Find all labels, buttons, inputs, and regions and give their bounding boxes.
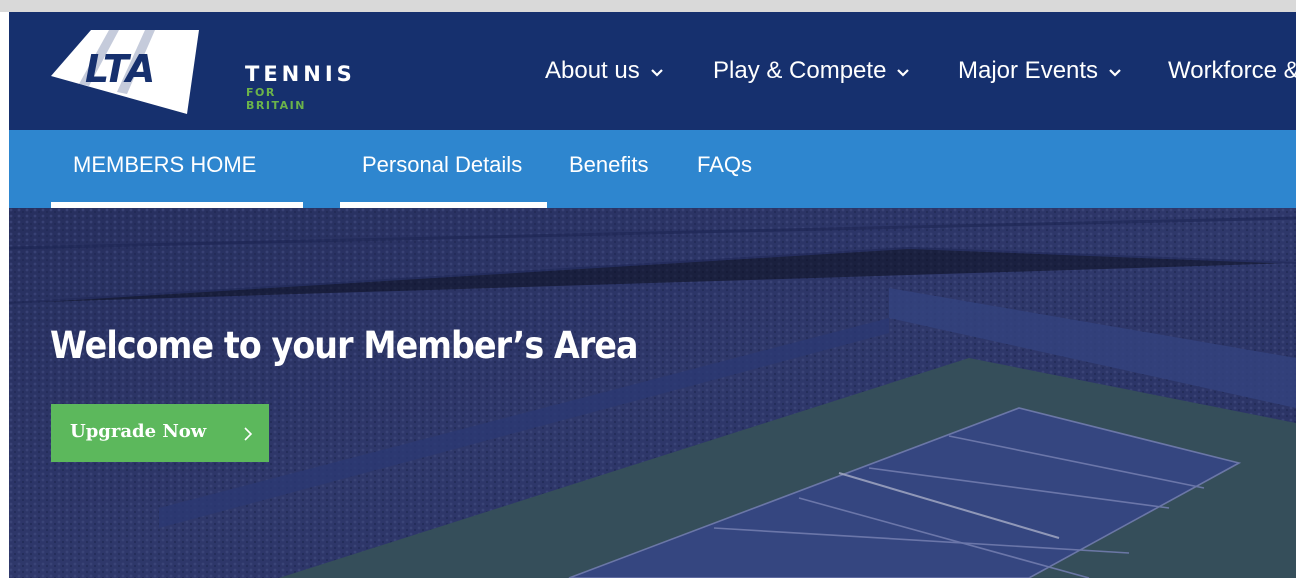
brand-line-2: FOR BRITAIN: [246, 86, 306, 112]
nav-item-workforce[interactable]: Workforce &: [1168, 56, 1296, 86]
tab-members-home[interactable]: MEMBERS HOME: [51, 130, 303, 208]
chevron-down-icon: [1109, 69, 1121, 77]
tab-label: Benefits: [569, 152, 649, 177]
site-frame: LTA TENNIS FOR BRITAIN About us Play & C…: [9, 12, 1296, 578]
tab-personal-details[interactable]: Personal Details: [340, 130, 547, 208]
nav-item-major-events[interactable]: Major Events: [958, 56, 1122, 86]
members-subnav: MEMBERS HOME Personal Details Benefits F…: [9, 130, 1296, 208]
tab-faqs[interactable]: FAQs: [697, 130, 777, 208]
hero-title: Welcome to your Member’s Area: [50, 324, 639, 367]
chevron-down-icon: [650, 69, 663, 77]
site-header: LTA TENNIS FOR BRITAIN About us Play & C…: [9, 12, 1296, 130]
chevron-right-icon: [244, 427, 253, 441]
tab-label: MEMBERS HOME: [73, 152, 257, 177]
nav-item-label: Major Events: [958, 57, 1099, 84]
tab-benefits[interactable]: Benefits: [569, 130, 669, 208]
upgrade-button-label: Upgrade Now: [70, 421, 207, 442]
main-nav: About us Play & Compete Major Events Wor…: [9, 56, 1296, 86]
upgrade-now-button[interactable]: Upgrade Now: [51, 404, 269, 462]
tab-label: Personal Details: [362, 152, 523, 177]
stadium-background-image: [9, 208, 1296, 578]
hero-banner: Welcome to your Member’s Area Upgrade No…: [9, 208, 1296, 578]
nav-item-about-us[interactable]: About us: [545, 56, 664, 86]
browser-top-strip: [0, 0, 1296, 12]
nav-item-label: Workforce &: [1168, 57, 1296, 84]
nav-item-label: Play & Compete: [713, 57, 887, 84]
tab-label: FAQs: [697, 152, 753, 177]
nav-item-label: About us: [545, 57, 640, 84]
nav-item-play-compete[interactable]: Play & Compete: [713, 56, 910, 86]
page: LTA TENNIS FOR BRITAIN About us Play & C…: [0, 0, 1296, 578]
chevron-down-icon: [897, 69, 910, 77]
